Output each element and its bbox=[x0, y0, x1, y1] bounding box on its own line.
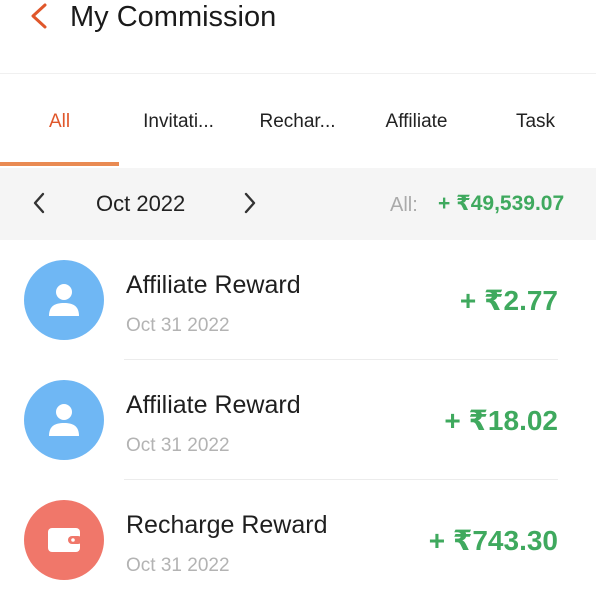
current-month: Oct 2022 bbox=[96, 191, 186, 216]
previous-month-button[interactable] bbox=[29, 190, 53, 218]
record-title: Recharge Reward bbox=[126, 511, 328, 539]
tab-affiliate[interactable]: Affiliate bbox=[357, 110, 476, 134]
total-label: All: bbox=[390, 194, 418, 216]
record-title: Affiliate Reward bbox=[126, 391, 301, 419]
month-selector-bar: Oct 2022 All: + ₹49,539.07 bbox=[0, 168, 596, 240]
record-title: Affiliate Reward bbox=[126, 271, 301, 299]
record-amount: + ₹2.77 bbox=[459, 285, 558, 316]
list-item[interactable]: Affiliate Reward Oct 31 2022 + ₹2.77 bbox=[0, 240, 596, 360]
wallet-icon bbox=[48, 528, 82, 552]
avatar bbox=[24, 380, 104, 460]
tab-recharge[interactable]: Rechar... bbox=[238, 110, 357, 134]
commission-list: Affiliate Reward Oct 31 2022 + ₹2.77 Aff… bbox=[0, 240, 596, 596]
record-amount: + ₹743.30 bbox=[428, 525, 558, 556]
tab-all[interactable]: All bbox=[0, 110, 119, 134]
record-amount: + ₹18.02 bbox=[444, 405, 558, 436]
record-date: Oct 31 2022 bbox=[126, 435, 230, 456]
back-button[interactable] bbox=[28, 2, 54, 32]
avatar bbox=[24, 500, 104, 580]
active-tab-indicator bbox=[0, 162, 119, 166]
next-month-button[interactable] bbox=[240, 190, 264, 218]
chevron-right-icon bbox=[244, 192, 256, 214]
list-item[interactable]: Affiliate Reward Oct 31 2022 + ₹18.02 bbox=[0, 360, 596, 480]
record-date: Oct 31 2022 bbox=[126, 555, 230, 576]
app-header: My Commission bbox=[0, 0, 596, 74]
user-icon bbox=[49, 404, 79, 436]
record-date: Oct 31 2022 bbox=[126, 315, 230, 336]
page-title: My Commission bbox=[70, 1, 277, 33]
tab-task[interactable]: Task bbox=[476, 110, 595, 134]
category-tabs: All Invitati... Rechar... Affiliate Task bbox=[0, 74, 596, 168]
avatar bbox=[24, 260, 104, 340]
total-commission-value: + ₹49,539.07 bbox=[438, 192, 565, 215]
user-icon bbox=[49, 284, 79, 316]
list-item[interactable]: Recharge Reward Oct 31 2022 + ₹743.30 bbox=[0, 480, 596, 596]
tab-invitation[interactable]: Invitati... bbox=[119, 110, 238, 134]
chevron-left-icon bbox=[33, 192, 45, 214]
chevron-left-icon bbox=[31, 3, 47, 29]
